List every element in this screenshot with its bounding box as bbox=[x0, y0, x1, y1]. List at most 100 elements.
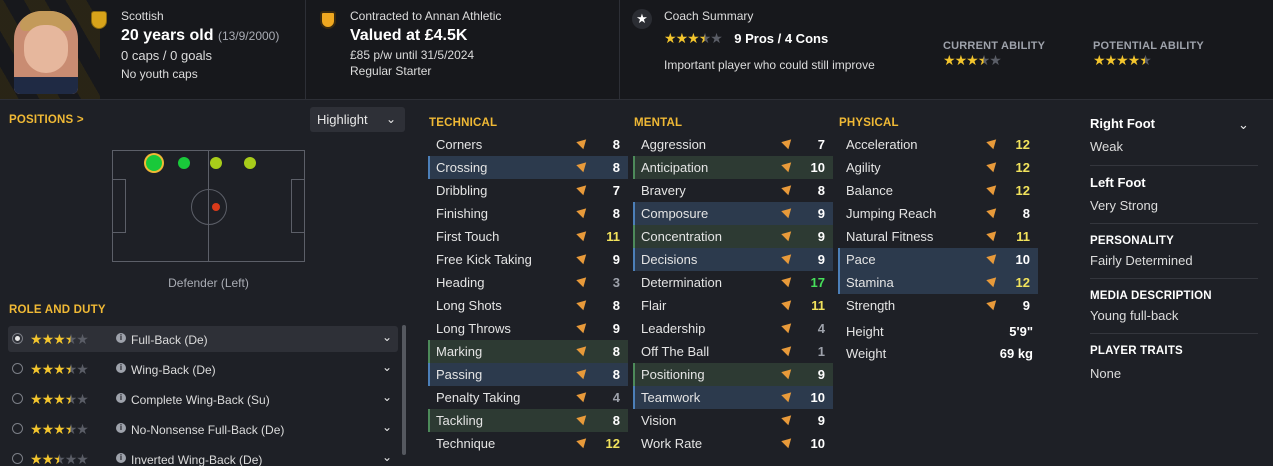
arrow-up-icon bbox=[781, 296, 795, 311]
attribute-value: 7 bbox=[817, 137, 825, 152]
attribute-value: 7 bbox=[612, 183, 620, 198]
arrow-up-icon bbox=[781, 342, 795, 357]
attribute-value: 11 bbox=[1016, 229, 1030, 244]
attribute-name: Dribbling bbox=[436, 183, 488, 198]
attribute-row[interactable]: Corners 8 bbox=[428, 133, 628, 156]
attribute-row[interactable]: Technique 12 bbox=[428, 432, 628, 455]
attribute-row[interactable]: Teamwork 10 bbox=[633, 386, 833, 409]
chevron-down-icon[interactable]: ⌄ bbox=[382, 450, 392, 464]
chevron-down-icon[interactable]: ⌄ bbox=[382, 330, 392, 344]
arrow-up-icon bbox=[576, 273, 590, 288]
attribute-row[interactable]: Finishing 8 bbox=[428, 202, 628, 225]
position-label: Defender (Left) bbox=[168, 276, 249, 290]
attribute-row[interactable]: Penalty Taking 4 bbox=[428, 386, 628, 409]
attribute-row[interactable]: Stamina 12 bbox=[838, 271, 1038, 294]
attribute-value: 9 bbox=[817, 206, 825, 221]
role-radio[interactable] bbox=[12, 333, 23, 344]
attribute-row[interactable]: First Touch 11 bbox=[428, 225, 628, 248]
position-dot[interactable] bbox=[212, 203, 220, 211]
role-row[interactable]: ★★★★★ i Full-Back (De) ⌄ bbox=[8, 326, 398, 352]
attribute-value: 8 bbox=[612, 344, 620, 359]
info-icon[interactable]: i bbox=[116, 393, 126, 403]
attribute-row[interactable]: Dribbling 7 bbox=[428, 179, 628, 202]
arrow-up-icon bbox=[986, 273, 1000, 288]
technical-attributes: Corners 8 Crossing 8 Dribbling 7 Finishing 8 Fir… bbox=[428, 133, 628, 455]
role-row[interactable]: ★★★★★ i Wing-Back (De) ⌄ bbox=[8, 356, 398, 382]
attribute-name: Heading bbox=[436, 275, 485, 290]
attribute-row[interactable]: Anticipation 10 bbox=[633, 156, 833, 179]
attribute-row[interactable]: Pace 10 bbox=[838, 248, 1038, 271]
position-dot[interactable] bbox=[244, 157, 256, 169]
role-radio[interactable] bbox=[12, 393, 23, 404]
role-radio[interactable] bbox=[12, 363, 23, 374]
info-icon[interactable]: i bbox=[116, 453, 126, 463]
attribute-row[interactable]: Concentration 9 bbox=[633, 225, 833, 248]
attribute-row[interactable]: Decisions 9 bbox=[633, 248, 833, 271]
position-dot[interactable] bbox=[146, 155, 162, 171]
contract-club: Contracted to Annan Athletic bbox=[350, 9, 502, 23]
attribute-row[interactable]: Bravery 8 bbox=[633, 179, 833, 202]
info-icon[interactable]: i bbox=[116, 333, 126, 343]
role-radio[interactable] bbox=[12, 423, 23, 434]
attribute-value: 12 bbox=[1015, 137, 1030, 152]
chevron-down-icon[interactable]: ⌄ bbox=[382, 360, 392, 374]
attribute-value: 8 bbox=[612, 298, 620, 313]
arrow-up-icon bbox=[986, 250, 1000, 265]
info-icon[interactable]: i bbox=[116, 363, 126, 373]
attribute-row[interactable]: Determination 17 bbox=[633, 271, 833, 294]
chevron-down-icon[interactable]: ⌄ bbox=[1238, 117, 1249, 133]
position-dot[interactable] bbox=[178, 157, 190, 169]
attribute-row[interactable]: Jumping Reach 8 bbox=[838, 202, 1038, 225]
attribute-row[interactable]: Acceleration 12 bbox=[838, 133, 1038, 156]
attribute-row[interactable]: Passing 8 bbox=[428, 363, 628, 386]
role-radio[interactable] bbox=[12, 453, 23, 464]
role-row[interactable]: ★★★★★ i Inverted Wing-Back (De) ⌄ bbox=[8, 446, 398, 466]
attribute-row[interactable]: Vision 9 bbox=[633, 409, 833, 432]
chevron-down-icon[interactable]: ⌄ bbox=[382, 420, 392, 434]
attribute-name: Jumping Reach bbox=[846, 206, 937, 221]
attribute-name: Natural Fitness bbox=[846, 229, 934, 244]
contract-info: Contracted to Annan Athletic Valued at £… bbox=[350, 0, 610, 99]
attribute-value: 8 bbox=[612, 160, 620, 175]
player-traits-value: None bbox=[1090, 366, 1122, 381]
role-row[interactable]: ★★★★★ i No-Nonsense Full-Back (De) ⌄ bbox=[8, 416, 398, 442]
caps-goals: 0 caps / 0 goals bbox=[121, 48, 213, 63]
positions-title[interactable]: POSITIONS > bbox=[9, 114, 84, 126]
attribute-row[interactable]: Leadership 4 bbox=[633, 317, 833, 340]
attribute-name: Pace bbox=[846, 252, 876, 267]
height-label: Height bbox=[846, 324, 884, 339]
attribute-row[interactable]: Strength 9 bbox=[838, 294, 1038, 317]
roles-scrollbar[interactable] bbox=[402, 325, 406, 455]
chevron-down-icon: ⌄ bbox=[385, 112, 396, 126]
attribute-row[interactable]: Balance 12 bbox=[838, 179, 1038, 202]
highlight-dropdown[interactable]: Highlight ⌄ bbox=[310, 107, 405, 132]
attribute-row[interactable]: Natural Fitness 11 bbox=[838, 225, 1038, 248]
attribute-row[interactable]: Crossing 8 bbox=[428, 156, 628, 179]
arrow-up-icon bbox=[781, 227, 795, 242]
right-foot-value: Weak bbox=[1090, 139, 1123, 154]
info-icon[interactable]: i bbox=[116, 423, 126, 433]
arrow-up-icon bbox=[576, 434, 590, 449]
attribute-row[interactable]: Long Shots 8 bbox=[428, 294, 628, 317]
arrow-up-icon bbox=[781, 135, 795, 150]
coach-summary[interactable]: Coach Summary ★★★★★ 9 Pros / 4 Cons Impo… bbox=[664, 0, 944, 99]
attribute-row[interactable]: Free Kick Taking 9 bbox=[428, 248, 628, 271]
header-divider bbox=[619, 0, 620, 99]
attribute-row[interactable]: Long Throws 9 bbox=[428, 317, 628, 340]
attribute-name: Crossing bbox=[436, 160, 488, 175]
chevron-down-icon[interactable]: ⌄ bbox=[382, 390, 392, 404]
attribute-row[interactable]: Flair 11 bbox=[633, 294, 833, 317]
attribute-row[interactable]: Composure 9 bbox=[633, 202, 833, 225]
attribute-row[interactable]: Agility 12 bbox=[838, 156, 1038, 179]
attribute-row[interactable]: Positioning 9 bbox=[633, 363, 833, 386]
arrow-up-icon bbox=[781, 319, 795, 334]
divider bbox=[1090, 333, 1258, 334]
attribute-row[interactable]: Off The Ball 1 bbox=[633, 340, 833, 363]
attribute-row[interactable]: Aggression 7 bbox=[633, 133, 833, 156]
attribute-row[interactable]: Tackling 8 bbox=[428, 409, 628, 432]
position-dot[interactable] bbox=[210, 157, 222, 169]
attribute-row[interactable]: Work Rate 10 bbox=[633, 432, 833, 455]
attribute-row[interactable]: Marking 8 bbox=[428, 340, 628, 363]
attribute-row[interactable]: Heading 3 bbox=[428, 271, 628, 294]
role-row[interactable]: ★★★★★ i Complete Wing-Back (Su) ⌄ bbox=[8, 386, 398, 412]
